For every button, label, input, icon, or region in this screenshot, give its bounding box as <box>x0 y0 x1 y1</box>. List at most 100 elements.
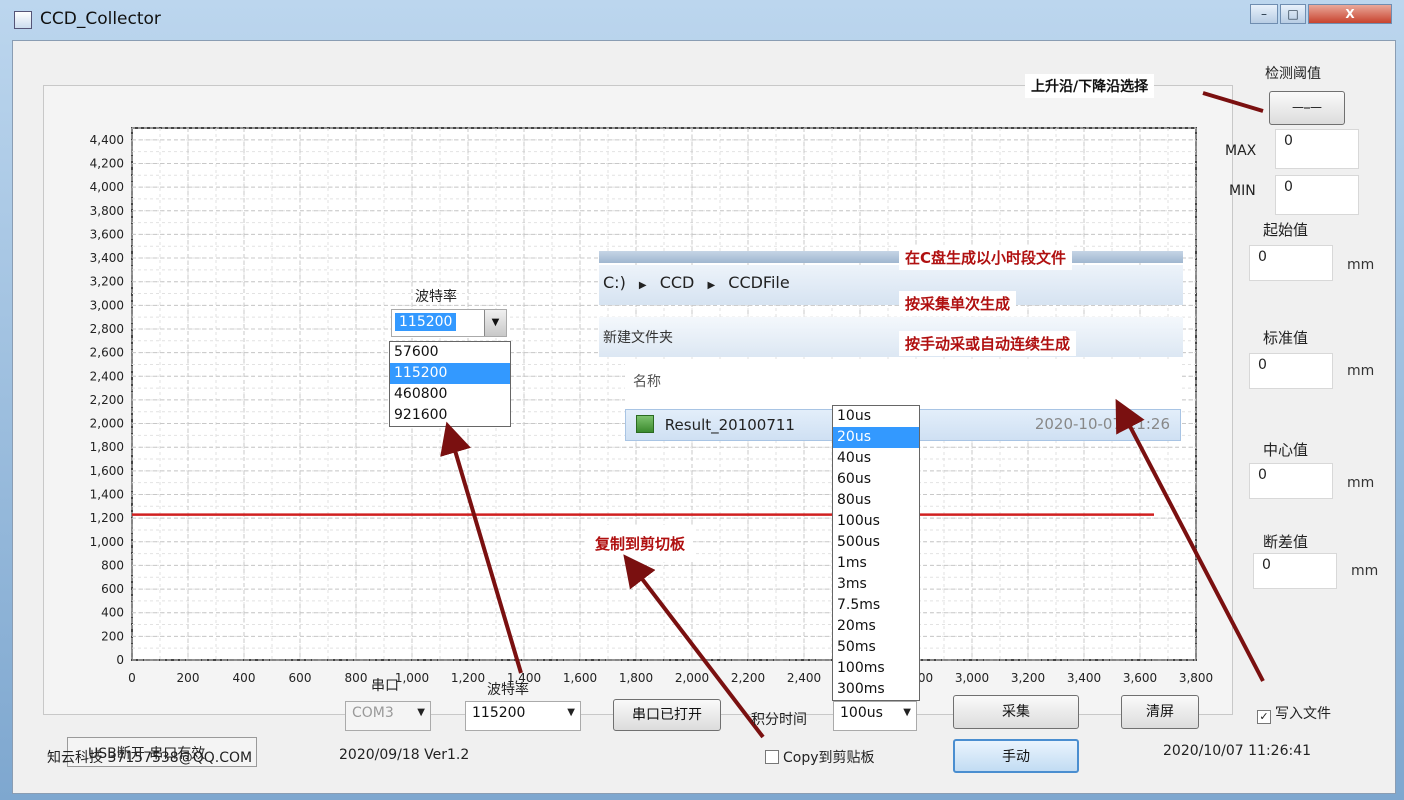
x-tick-label: 1,600 <box>563 671 597 685</box>
port-value: COM3 <box>352 705 394 721</box>
manual-button[interactable]: 手动 <box>953 739 1079 773</box>
min-label: MIN <box>1229 183 1256 199</box>
baud-option[interactable]: 921600 <box>390 405 510 426</box>
integration-time-option[interactable]: 3ms <box>833 574 919 595</box>
integration-time-option[interactable]: 50ms <box>833 637 919 658</box>
close-button[interactable]: X <box>1308 4 1392 24</box>
datetime-text: 2020/10/07 11:26:41 <box>1163 743 1312 759</box>
y-tick-label: 1,000 <box>90 535 124 549</box>
max-field[interactable]: 0 <box>1275 129 1359 169</box>
x-tick-label: 3,200 <box>1011 671 1045 685</box>
y-tick-label: 2,600 <box>90 346 124 360</box>
integration-time-option[interactable]: 40us <box>833 448 919 469</box>
x-tick-label: 400 <box>233 671 256 685</box>
baud-label: 波特率 <box>487 682 529 698</box>
path-root[interactable]: C:) <box>603 273 626 292</box>
y-tick-label: 3,400 <box>90 251 124 265</box>
file-date: 2020-10-07 11:26 <box>1034 415 1170 433</box>
new-folder-button[interactable]: 新建文件夹 <box>603 330 673 346</box>
path-ccdfile[interactable]: CCDFile <box>728 273 789 292</box>
integration-time-option[interactable]: 60us <box>833 469 919 490</box>
y-tick-label: 3,200 <box>90 275 124 289</box>
app-icon <box>14 11 32 29</box>
y-tick-label: 0 <box>116 653 124 667</box>
title-bar: CCD_Collector – □ X <box>0 0 1404 40</box>
y-tick-label: 400 <box>101 606 124 620</box>
port-select[interactable]: COM3 ▼ <box>345 701 431 731</box>
x-tick-label: 1,200 <box>451 671 485 685</box>
checkbox-box[interactable] <box>765 750 779 764</box>
annotation-c-drive: 在C盘生成以小时段文件 <box>899 245 1073 270</box>
y-tick-label: 2,400 <box>90 369 124 383</box>
center-value-field[interactable]: 0 <box>1249 463 1333 499</box>
integration-time-option[interactable]: 7.5ms <box>833 595 919 616</box>
baud-option[interactable]: 57600 <box>390 342 510 363</box>
window-title: CCD_Collector <box>40 9 161 29</box>
annotation-auto: 按手动采或自动连续生成 <box>899 331 1077 356</box>
start-value-field[interactable]: 0 <box>1249 245 1333 281</box>
integration-time-select[interactable]: 100us ▼ <box>833 701 917 731</box>
baud-options-list[interactable]: 57600 115200 460800 921600 <box>389 341 511 427</box>
y-tick-label: 2,800 <box>90 322 124 336</box>
clear-screen-button[interactable]: 清屏 <box>1121 695 1199 729</box>
file-name: Result_20100711 <box>664 416 795 434</box>
x-tick-label: 600 <box>289 671 312 685</box>
edge-select-button[interactable]: —⎯— <box>1269 91 1345 125</box>
breadcrumb-arrow-icon: ▶ <box>638 280 647 291</box>
annotation-edge: 上升沿/下降沿选择 <box>1025 74 1155 98</box>
collect-button[interactable]: 采集 <box>953 695 1079 729</box>
break-value-field[interactable]: 0 <box>1253 553 1337 589</box>
baud-select[interactable]: 115200 ▼ <box>465 701 581 731</box>
baud-option[interactable]: 115200 <box>390 363 510 384</box>
chevron-down-icon: ▼ <box>903 707 911 718</box>
standard-unit: mm <box>1347 363 1375 379</box>
baud-option[interactable]: 460800 <box>390 384 510 405</box>
explorer-address-bar[interactable]: C:) ▶ CCD ▶ CCDFile <box>599 265 1183 305</box>
explorer-top-bar <box>599 251 1183 263</box>
y-tick-label: 600 <box>101 582 124 596</box>
standard-value-label: 标准值 <box>1263 329 1309 347</box>
checkbox-checked-icon[interactable]: ✓ <box>1257 710 1271 724</box>
y-tick-label: 2,200 <box>90 393 124 407</box>
y-tick-label: 3,600 <box>90 227 124 241</box>
integration-time-list[interactable]: 10us 20us 40us 60us 80us 100us 500us 1ms 3ms 7.5m… <box>832 405 920 701</box>
y-tick-label: 1,200 <box>90 511 124 525</box>
annotation-copy: 复制到剪切板 <box>587 525 694 562</box>
integration-time-option[interactable]: 300ms <box>833 679 919 700</box>
integration-time-option[interactable]: 80us <box>833 490 919 511</box>
copy-clipboard-checkbox[interactable]: Copy到剪贴板 <box>765 747 875 767</box>
name-column[interactable]: 名称 <box>633 374 661 390</box>
integration-time-option[interactable]: 1ms <box>833 553 919 574</box>
write-file-checkbox[interactable]: ✓ 写入文件 <box>1257 703 1331 724</box>
baud-popup-combo[interactable]: 115200 ▼ <box>391 309 507 337</box>
explorer-column-header: 名称 <box>625 359 1181 409</box>
path-ccd[interactable]: CCD <box>660 273 695 292</box>
file-icon <box>636 415 654 433</box>
integration-time-option[interactable]: 20ms <box>833 616 919 637</box>
integration-time-option[interactable]: 100us <box>833 511 919 532</box>
integration-time-option[interactable]: 100ms <box>833 658 919 679</box>
center-value-label: 中心值 <box>1263 441 1309 459</box>
x-tick-label: 2,400 <box>787 671 821 685</box>
x-tick-label: 1,000 <box>395 671 429 685</box>
detect-threshold-label: 检测阈值 <box>1265 66 1321 82</box>
port-label: 串口 <box>371 678 399 694</box>
port-open-button[interactable]: 串口已打开 <box>613 699 721 731</box>
min-field[interactable]: 0 <box>1275 175 1359 215</box>
integration-time-label: 积分时间 <box>751 712 807 728</box>
x-tick-label: 1,800 <box>619 671 653 685</box>
company-text: 知云科技 37157538@QQ.COM <box>47 750 253 766</box>
integration-time-option[interactable]: 20us <box>833 427 919 448</box>
integration-time-option[interactable]: 500us <box>833 532 919 553</box>
x-tick-label: 200 <box>177 671 200 685</box>
y-tick-label: 2,000 <box>90 417 124 431</box>
maximize-button[interactable]: □ <box>1280 4 1306 24</box>
minimize-button[interactable]: – <box>1250 4 1278 24</box>
explorer-toolbar: 新建文件夹 <box>599 317 1183 357</box>
x-tick-label: 3,000 <box>955 671 989 685</box>
chevron-down-icon[interactable]: ▼ <box>484 310 506 336</box>
standard-value-field[interactable]: 0 <box>1249 353 1333 389</box>
integration-time-option[interactable]: 10us <box>833 406 919 427</box>
break-value-label: 断差值 <box>1263 533 1309 551</box>
x-tick-label: 800 <box>345 671 368 685</box>
